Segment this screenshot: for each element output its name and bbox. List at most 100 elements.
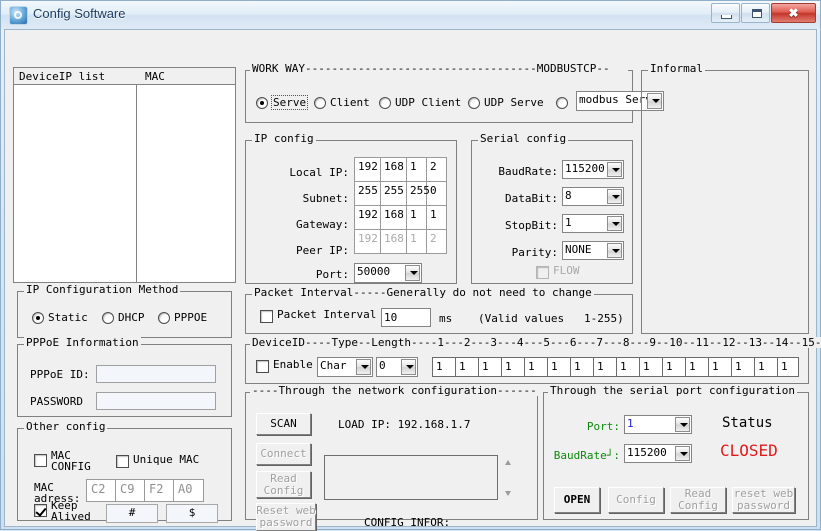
- device-id-cell-15[interactable]: 1: [755, 358, 778, 376]
- open-button[interactable]: OPEN: [554, 487, 600, 513]
- read-config-button-serial[interactable]: Read Config: [670, 487, 726, 513]
- gateway-octet-2[interactable]: 168: [381, 206, 407, 229]
- device-list-table[interactable]: DeviceIP list MAC: [13, 67, 236, 283]
- device-id-cell-10[interactable]: 1: [640, 358, 663, 376]
- local-ip-octet-4[interactable]: 2: [427, 158, 446, 181]
- pppoe-password-input[interactable]: [96, 392, 216, 410]
- minimize-button[interactable]: [711, 3, 740, 23]
- peer-ip-octet-4[interactable]: 2: [427, 230, 446, 254]
- ip-octet-grid[interactable]: 192 168 1 2 255 255 255 0 192 168 1 1 19…: [354, 157, 447, 254]
- local-ip-octet-1[interactable]: 192: [355, 158, 381, 181]
- stopbit-combo[interactable]: 1: [562, 214, 624, 233]
- device-id-length-combo[interactable]: 0: [376, 357, 418, 377]
- chevron-down-icon[interactable]: [607, 189, 622, 204]
- flow-label: FLOW: [553, 264, 580, 277]
- packet-interval-input[interactable]: [381, 308, 431, 327]
- mac-octet-3[interactable]: F2: [145, 480, 174, 501]
- databit-combo[interactable]: 8: [562, 187, 624, 206]
- mac-octet-1[interactable]: C2: [87, 480, 116, 501]
- gateway-octet-4[interactable]: 1: [427, 206, 446, 229]
- chevron-down-icon[interactable]: [607, 216, 622, 231]
- local-ip-octet-3[interactable]: 1: [407, 158, 427, 181]
- device-id-cell-14[interactable]: 1: [732, 358, 755, 376]
- device-id-value-row[interactable]: 1 1 1 1 1 1 1 1 1 1 1 1 1 1 1 1: [432, 357, 799, 377]
- radio-pppoe-dot: [158, 312, 170, 324]
- scroll-down-icon[interactable]: [502, 487, 515, 500]
- chevron-down-icon[interactable]: [675, 417, 690, 432]
- device-id-enable-label: Enable: [273, 358, 313, 371]
- databit-label: DataBit:: [505, 192, 558, 205]
- parity-combo[interactable]: NONE: [562, 241, 624, 260]
- column-header-mac: MAC: [145, 70, 165, 83]
- device-id-cell-3[interactable]: 1: [479, 358, 502, 376]
- subnet-row[interactable]: 255 255 255 0: [355, 182, 446, 206]
- scan-button[interactable]: SCAN: [256, 413, 311, 435]
- window-controls: ✖: [710, 3, 816, 25]
- device-id-cell-9[interactable]: 1: [617, 358, 640, 376]
- maximize-button[interactable]: [741, 3, 770, 23]
- chevron-down-icon[interactable]: [607, 243, 622, 258]
- parity-combo-value: NONE: [565, 243, 592, 256]
- chevron-down-icon[interactable]: [401, 359, 416, 375]
- device-id-cell-12[interactable]: 1: [686, 358, 709, 376]
- subnet-octet-1[interactable]: 255: [355, 182, 381, 205]
- subnet-octet-3[interactable]: 255: [407, 182, 430, 205]
- read-config-button-network-line2: Config: [263, 483, 304, 497]
- mac-octet-4[interactable]: A0: [174, 480, 203, 501]
- chevron-down-icon[interactable]: [405, 265, 420, 281]
- device-id-cell-7[interactable]: 1: [571, 358, 594, 376]
- peer-ip-octet-2[interactable]: 168: [381, 230, 407, 254]
- packet-interval-unit: ms: [439, 312, 453, 325]
- subnet-octet-4[interactable]: 0: [427, 182, 446, 205]
- reset-web-password-button-serial[interactable]: reset web password: [732, 487, 795, 513]
- packet-interval-checkbox-label: Packet Interval: [277, 308, 377, 321]
- device-id-cell-8[interactable]: 1: [594, 358, 617, 376]
- ip-config-title: IP config: [252, 132, 316, 145]
- device-id-cell-4[interactable]: 1: [502, 358, 525, 376]
- chevron-down-icon[interactable]: [607, 162, 622, 177]
- port-combo[interactable]: 50000: [354, 263, 422, 283]
- peer-ip-octet-3[interactable]: 1: [407, 230, 427, 254]
- subnet-octet-2[interactable]: 255: [381, 182, 407, 205]
- device-id-cell-6[interactable]: 1: [548, 358, 571, 376]
- serial-port-combo-value: 1: [627, 417, 634, 430]
- peer-ip-octet-1[interactable]: 192: [355, 230, 381, 254]
- device-id-cell-2[interactable]: 1: [456, 358, 479, 376]
- serial-config-button[interactable]: Config: [608, 487, 664, 513]
- pppoe-id-input[interactable]: [96, 365, 216, 383]
- informal-title: Informal: [648, 62, 705, 75]
- scroll-up-icon[interactable]: [502, 455, 515, 468]
- reset-web-password-button-network[interactable]: Reset web password: [256, 503, 316, 531]
- connect-button[interactable]: Connect: [256, 443, 311, 465]
- config-log-scrollbar[interactable]: [502, 455, 515, 500]
- serial-baudrate-combo[interactable]: 115200: [624, 444, 692, 463]
- device-id-cell-1[interactable]: 1: [433, 358, 456, 376]
- hash-button[interactable]: #: [106, 504, 158, 523]
- close-button[interactable]: ✖: [771, 3, 816, 23]
- serial-port-combo[interactable]: 1: [624, 415, 692, 434]
- device-id-cell-16[interactable]: 1: [778, 358, 800, 376]
- gateway-octet-3[interactable]: 1: [407, 206, 427, 229]
- config-log-textarea[interactable]: [324, 455, 498, 500]
- mac-octet-2[interactable]: C9: [116, 480, 145, 501]
- local-ip-row[interactable]: 192 168 1 2: [355, 158, 446, 182]
- device-id-cell-13[interactable]: 1: [709, 358, 732, 376]
- device-id-cell-11[interactable]: 1: [663, 358, 686, 376]
- keep-alived-checkbox-box: [34, 504, 47, 517]
- gateway-row[interactable]: 192 168 1 1: [355, 206, 446, 230]
- pppoe-id-label: PPPoE ID:: [30, 368, 90, 381]
- chevron-down-icon[interactable]: [356, 359, 371, 375]
- local-ip-octet-2[interactable]: 168: [381, 158, 407, 181]
- device-id-type-combo[interactable]: Char: [317, 357, 373, 377]
- unique-mac-label: Unique MAC: [133, 453, 200, 466]
- chevron-down-icon[interactable]: [675, 446, 690, 461]
- informal-content: [644, 81, 806, 331]
- gateway-octet-1[interactable]: 192: [355, 206, 381, 229]
- baudrate-combo[interactable]: 115200: [562, 160, 624, 179]
- peer-ip-row[interactable]: 192 168 1 2: [355, 230, 446, 254]
- device-id-cell-5[interactable]: 1: [525, 358, 548, 376]
- mac-address-fields[interactable]: C2 C9 F2 A0: [86, 479, 204, 502]
- window-title: Config Software: [33, 6, 126, 21]
- dollar-button[interactable]: $: [166, 504, 218, 523]
- read-config-button-network[interactable]: Read Config: [256, 471, 311, 498]
